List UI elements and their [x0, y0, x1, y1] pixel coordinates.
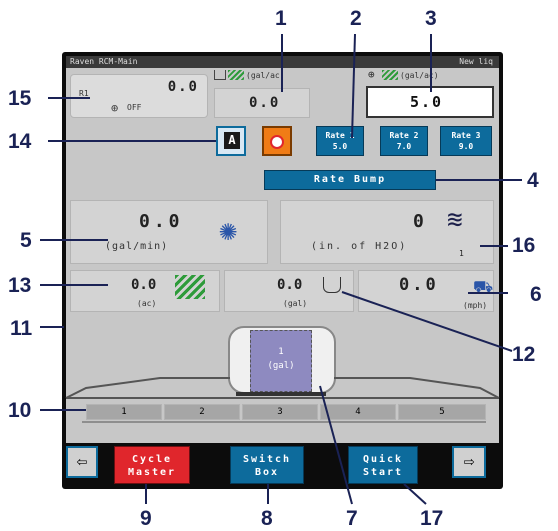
title-bar: Raven RCM-Main New liq: [66, 56, 499, 68]
record-button[interactable]: [262, 126, 292, 156]
flow-units: (gal/min): [105, 241, 169, 252]
rate-2-label: Rate 2: [389, 131, 419, 140]
volume-units: (gal): [283, 299, 308, 308]
rate-bump-button[interactable]: Rate Bump: [264, 170, 436, 190]
rate-3-button[interactable]: Rate 3 9.0: [440, 126, 492, 156]
callout-3: 3: [425, 7, 437, 30]
section-3-label: 3: [277, 407, 283, 417]
rate-1-button[interactable]: Rate 1 5.0: [316, 126, 364, 156]
callout-10: 10: [8, 399, 32, 422]
section-1-label: 1: [121, 407, 127, 417]
callout-14: 14: [8, 130, 32, 153]
crosshair-icon: ⊕: [111, 101, 119, 115]
section-2[interactable]: 2: [164, 404, 240, 420]
target-crosshair-icon: ⊕: [368, 68, 375, 81]
flow-rate-icon: [214, 70, 226, 80]
callout-17: 17: [420, 507, 444, 530]
rate-3-label: Rate 3: [451, 131, 481, 140]
tank-units: (gal): [267, 361, 295, 371]
auto-icon: A: [224, 132, 240, 149]
target-rate-value: 5.0: [410, 93, 444, 111]
volume-panel: 0.0 (gal): [224, 270, 354, 312]
cycle-master-button[interactable]: Cycle Master: [114, 446, 190, 484]
title-left: Raven RCM-Main: [70, 57, 138, 66]
auto-mode-button[interactable]: A: [216, 126, 246, 156]
section-4[interactable]: 4: [320, 404, 396, 420]
actual-units: (gal/ac): [246, 71, 285, 80]
area-panel: 0.0 (ac): [70, 270, 220, 312]
callout-2: 2: [350, 7, 362, 30]
callout-11: 11: [10, 317, 33, 340]
rate-1-label: Rate 1: [325, 131, 355, 140]
title-right: New liq: [459, 57, 493, 66]
speed-units: (mph): [463, 301, 488, 310]
next-page-button[interactable]: ⇨: [452, 446, 486, 478]
field-icon: [228, 70, 244, 80]
area-units: (ac): [137, 299, 157, 308]
pressure-value: 0: [413, 211, 424, 232]
flow-rate-panel: 0.0 (gal/min) ✺: [70, 200, 268, 264]
speed-value: 0.0: [399, 275, 439, 295]
prev-page-button[interactable]: ⇦: [66, 446, 98, 478]
cycle-master-label: Cycle Master: [127, 454, 177, 478]
pressure-sensor-icon: ≋: [447, 205, 463, 235]
speed-panel: 0.0 (mph) ⛟: [358, 270, 494, 312]
callout-1: 1: [275, 7, 287, 30]
tractor-icon: ⛟: [473, 277, 494, 296]
quick-start-button[interactable]: Quick Start: [348, 446, 418, 484]
section-1[interactable]: 1: [86, 404, 162, 420]
pressure-panel: 0 (in. of H2O) ≋ 1: [280, 200, 494, 264]
section-5[interactable]: 5: [398, 404, 486, 420]
rate-bump-label: Rate Bump: [313, 174, 387, 185]
pressure-units: (in. of H2O): [311, 241, 408, 252]
section-2-label: 2: [199, 407, 205, 417]
flow-value: 0.0: [139, 211, 184, 232]
callout-15: 15: [8, 87, 32, 110]
pressure-sensor-number: 1: [459, 249, 464, 258]
row-label: R1: [79, 89, 89, 98]
callout-12: 12: [512, 343, 536, 366]
volume-value: 0.0: [277, 277, 303, 293]
rate-2-value: 7.0: [396, 142, 412, 151]
callout-5: 5: [20, 229, 32, 252]
master-switch-area[interactable]: R1 0.0 ⊕ OFF: [70, 74, 208, 118]
master-value: 0.0: [167, 79, 199, 95]
callout-16: 16: [512, 234, 536, 257]
area-value: 0.0: [131, 277, 157, 293]
target-field-icon: [382, 70, 398, 80]
master-state: OFF: [127, 103, 142, 112]
tank-id: 1: [278, 347, 284, 357]
rate-2-button[interactable]: Rate 2 7.0: [380, 126, 428, 156]
target-rate-input[interactable]: 5.0: [366, 86, 494, 118]
area-field-icon: [175, 275, 205, 299]
record-icon: [270, 135, 284, 149]
switch-box-button[interactable]: Switch Box: [230, 446, 304, 484]
target-units: (gal/ac): [400, 71, 439, 80]
callout-8: 8: [261, 507, 273, 530]
rate-1-value: 5.0: [332, 142, 348, 151]
section-5-label: 5: [439, 407, 445, 417]
callout-6: 6: [530, 283, 542, 306]
arrow-right-icon: ⇨: [463, 451, 475, 472]
tank-volume-icon: [323, 277, 341, 293]
tank-level: 1 (gal): [250, 330, 312, 392]
rate-3-value: 9.0: [458, 142, 474, 151]
actual-rate-value: 0.0: [249, 95, 281, 111]
section-4-label: 4: [355, 407, 361, 417]
callout-13: 13: [8, 274, 32, 297]
callout-9: 9: [140, 507, 152, 530]
callout-4: 4: [527, 169, 539, 192]
flowmeter-icon: ✺: [219, 213, 238, 248]
section-3[interactable]: 3: [242, 404, 318, 420]
arrow-left-icon: ⇦: [76, 451, 88, 472]
quick-start-label: Quick Start: [362, 454, 404, 478]
callout-7: 7: [346, 507, 358, 530]
switch-box-label: Switch Box: [242, 454, 292, 478]
actual-rate-display: 0.0: [214, 88, 310, 118]
